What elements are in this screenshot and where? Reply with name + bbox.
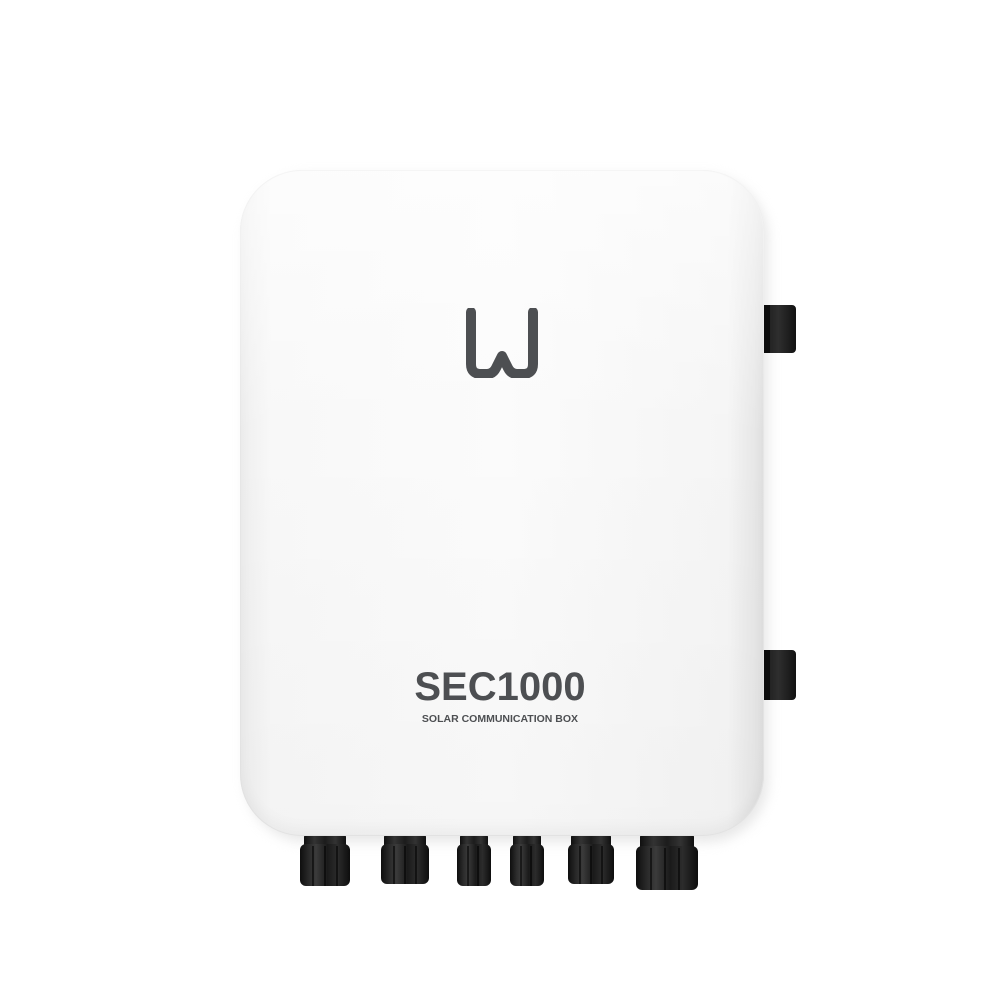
cable-gland-6 [636,834,698,890]
mounting-bracket-top [764,305,796,353]
enclosure-front-panel [240,170,764,836]
model-name: SEC1000 [414,665,586,709]
cable-gland-3 [457,834,491,886]
mounting-bracket-bottom [764,650,796,700]
cable-gland-1 [300,834,350,886]
cable-gland-2 [381,834,429,884]
cable-gland-5 [568,834,614,884]
model-subtitle: SOLAR COMMUNICATION BOX [421,713,579,725]
cable-gland-4 [510,834,544,886]
w-logo-icon [466,308,538,378]
product-photo: SEC1000 SOLAR COMMUNICATION BOX [0,0,1001,1001]
enclosure-sheen [240,170,764,836]
